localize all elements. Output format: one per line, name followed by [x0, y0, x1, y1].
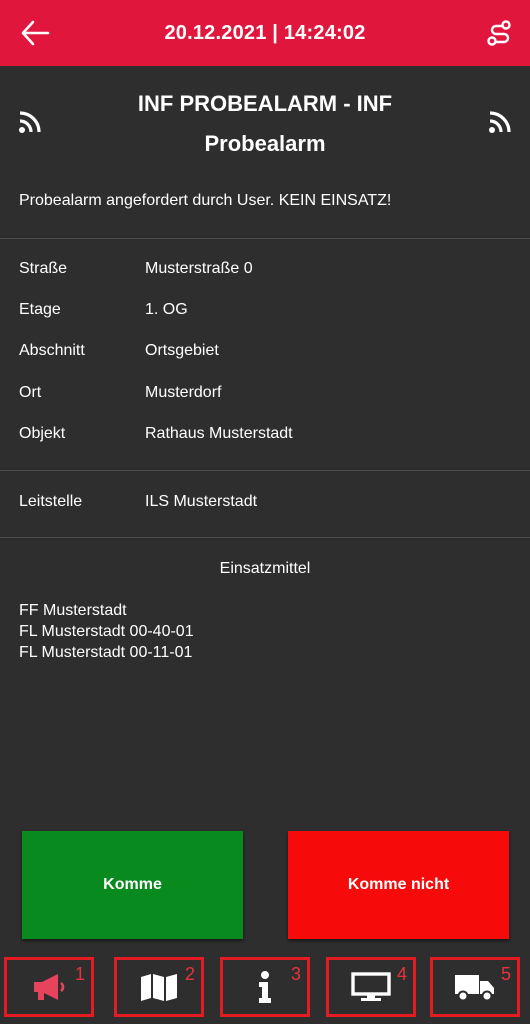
- rss-feed-icon: [18, 110, 42, 139]
- location-details: Straße Musterstraße 0 Etage 1. OG Abschn…: [19, 248, 519, 454]
- detail-label: Ort: [19, 383, 42, 401]
- detail-label: Abschnitt: [19, 342, 85, 360]
- detail-row: Etage 1. OG: [19, 289, 519, 330]
- detail-row: Straße Musterstraße 0: [19, 248, 519, 289]
- detail-row: Leitstelle ILS Musterstadt: [19, 481, 519, 522]
- route-icon[interactable]: [484, 17, 516, 49]
- detail-label: Etage: [19, 300, 61, 318]
- divider: [0, 537, 530, 538]
- alarm-title: INF PROBEALARM - INF Probealarm: [137, 91, 393, 156]
- alarm-header: INF PROBEALARM - INF Probealarm: [0, 66, 530, 172]
- detail-label: Leitstelle: [19, 492, 83, 510]
- bottom-tab-bar: 1 2 3 4 5: [0, 955, 530, 1024]
- monitor-icon: [351, 972, 391, 1001]
- map-icon: [141, 974, 177, 1001]
- truck-icon: [455, 975, 494, 1002]
- back-arrow-icon[interactable]: [18, 17, 52, 49]
- detail-value: Musterstraße 0: [145, 259, 253, 277]
- tab-info[interactable]: 3: [220, 957, 310, 1017]
- alarm-datetime: 20.12.2021 | 14:24:02: [164, 21, 366, 44]
- resources-heading: Einsatzmittel: [219, 560, 311, 577]
- resource-item: FF Musterstadt: [19, 602, 127, 619]
- top-app-bar: 20.12.2021 | 14:24:02: [0, 0, 530, 66]
- divider: [0, 470, 530, 471]
- resource-item: FL Musterstadt 00-40-01: [19, 623, 194, 640]
- detail-label: Straße: [19, 259, 68, 277]
- tab-monitor[interactable]: 4: [326, 957, 416, 1017]
- info-icon: [259, 971, 271, 1003]
- resources-list: FF Musterstadt FL Musterstadt 00-40-01 F…: [19, 600, 194, 663]
- divider: [0, 238, 530, 239]
- tab-number: 2: [184, 964, 195, 984]
- alarm-message: Probealarm angefordert durch User. KEIN …: [19, 192, 392, 209]
- megaphone-icon: [34, 974, 65, 1000]
- resource-item: FL Musterstadt 00-11-01: [19, 644, 193, 661]
- tab-number: 1: [74, 964, 85, 984]
- tab-number: 4: [396, 964, 407, 984]
- detail-label: Objekt: [19, 424, 66, 442]
- komme-nicht-button[interactable]: Komme nicht: [288, 831, 509, 939]
- tab-number: 5: [500, 964, 511, 984]
- detail-value: Ortsgebiet: [145, 342, 219, 360]
- detail-value: 1. OG: [145, 300, 188, 318]
- tab-vehicles[interactable]: 5: [430, 957, 520, 1017]
- tab-alarm[interactable]: 1: [4, 957, 94, 1017]
- detail-value: Musterdorf: [145, 383, 222, 401]
- komme-button[interactable]: Komme: [22, 831, 243, 939]
- rss-feed-icon: [488, 110, 512, 139]
- detail-value: ILS Musterstadt: [145, 492, 258, 510]
- detail-value: Rathaus Musterstadt: [145, 424, 293, 442]
- detail-row: Abschnitt Ortsgebiet: [19, 331, 519, 372]
- tab-number: 3: [290, 964, 301, 984]
- detail-row: Ort Musterdorf: [19, 372, 519, 413]
- control-center-details: Leitstelle ILS Musterstadt: [19, 481, 519, 522]
- tab-map[interactable]: 2: [114, 957, 204, 1017]
- detail-row: Objekt Rathaus Musterstadt: [19, 413, 519, 454]
